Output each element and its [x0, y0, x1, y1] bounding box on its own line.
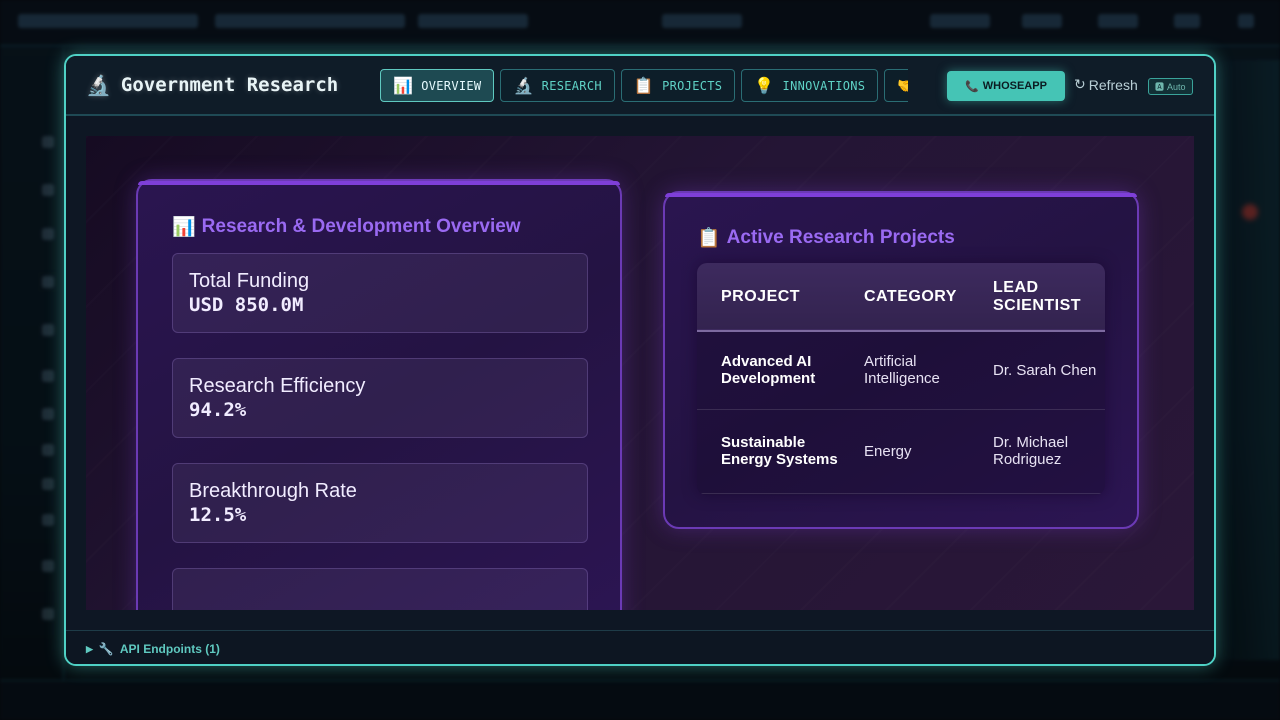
cell-lead: Dr. Sarah Chen — [993, 361, 1097, 379]
rd-overview-title-text: Research & Development Overview — [201, 216, 521, 237]
lightbulb-icon: 💡 — [754, 76, 775, 95]
refresh-label: Refresh — [1088, 76, 1138, 93]
triangle-right-icon: ▶ — [86, 643, 93, 654]
modal-header: 🔬 Government Research 📊 OVERVIEW 🔬 RESEA… — [66, 56, 1214, 116]
whoseapp-button[interactable]: 📞 WHOSEAPP — [947, 71, 1065, 101]
column-header-lead-scientist[interactable]: LEAD SCIENTIST — [981, 263, 1105, 331]
clipboard-icon: 📋 — [633, 76, 655, 95]
refresh-button[interactable]: ↻ Refresh — [1074, 76, 1138, 93]
column-header-category[interactable]: CATEGORY — [840, 263, 981, 331]
tab-partnerships[interactable]: 🤝 — [884, 69, 908, 102]
active-projects-card: 📋 Active Research Projects PROJECT CATEG… — [663, 191, 1139, 529]
cell-project: Advanced AI Development — [721, 353, 816, 388]
cell-category: Artificial Intelligence — [864, 353, 940, 388]
metric-value: 94.2% — [189, 399, 247, 421]
metric-value: 12.5% — [189, 504, 247, 526]
api-endpoints-label: API Endpoints (1) — [119, 642, 220, 656]
modal-title: 🔬 Government Research — [86, 73, 338, 97]
background-sidebar — [0, 48, 64, 680]
government-research-modal: 🔬 Government Research 📊 OVERVIEW 🔬 RESEA… — [64, 54, 1216, 666]
tab-bar: 📊 OVERVIEW 🔬 RESEARCH 📋 PROJECTS 💡 INNOV… — [380, 69, 908, 103]
table-row[interactable]: Sustainable Energy Systems Energy Dr. Mi… — [697, 409, 1105, 493]
rd-overview-card: 📊 Research & Development Overview Total … — [136, 179, 622, 610]
bar-chart-icon: 📊 — [172, 217, 196, 238]
auto-label: Auto — [1167, 81, 1186, 92]
handshake-icon: 🤝 — [897, 76, 908, 95]
column-header-project[interactable]: PROJECT — [697, 263, 840, 331]
whoseapp-label: WHOSEAPP — [982, 80, 1047, 92]
background-alert-dot — [1242, 204, 1258, 220]
rd-overview-title: 📊 Research & Development Overview — [172, 215, 521, 239]
metric-card-partial — [172, 568, 588, 610]
active-projects-title-text: Active Research Projects — [726, 227, 955, 248]
microscope-icon: 🔬 — [513, 76, 534, 95]
cell-project: Sustainable Energy Systems — [721, 434, 838, 468]
phone-icon: 📞 — [965, 80, 979, 93]
table-header-row: PROJECT CATEGORY LEAD SCIENTIST — [697, 263, 1105, 331]
cell-lead: Dr. Michael Rodriguez — [993, 434, 1069, 468]
auto-icon: 🅰 — [1155, 82, 1165, 92]
modal-footer: ▶ 🔧 API Endpoints (1) — [66, 630, 1214, 664]
bar-chart-icon: 📊 — [393, 76, 414, 95]
auto-refresh-badge[interactable]: 🅰 Auto — [1148, 78, 1193, 95]
table-row[interactable]: Advanced AI Development Artificial Intel… — [697, 331, 1105, 409]
tab-label: OVERVIEW — [421, 78, 482, 93]
refresh-icon: ↻ — [1074, 76, 1086, 92]
api-endpoints-toggle[interactable]: ▶ 🔧 API Endpoints (1) — [86, 642, 220, 656]
active-projects-title: 📋 Active Research Projects — [697, 226, 955, 250]
tab-research[interactable]: 🔬 RESEARCH — [500, 69, 615, 102]
metric-research-efficiency: Research Efficiency 94.2% — [172, 358, 588, 438]
metric-label: Total Funding — [189, 270, 310, 292]
projects-table: PROJECT CATEGORY LEAD SCIENTIST Advanced… — [697, 263, 1105, 495]
background-statusbar — [0, 680, 1280, 720]
tab-label: PROJECTS — [662, 78, 723, 93]
tab-innovations[interactable]: 💡 INNOVATIONS — [741, 69, 879, 102]
tab-overview[interactable]: 📊 OVERVIEW — [380, 69, 495, 102]
tab-label: RESEARCH — [541, 78, 602, 93]
metric-label: Breakthrough Rate — [189, 480, 357, 502]
overview-content: 📊 Research & Development Overview Total … — [86, 136, 1194, 610]
metric-value: USD 850.0M — [189, 294, 304, 316]
microscope-icon: 🔬 — [86, 73, 111, 97]
tab-projects[interactable]: 📋 PROJECTS — [620, 69, 736, 102]
cell-category: Energy — [864, 442, 912, 460]
background-topbar — [0, 0, 1280, 46]
modal-title-text: Government Research — [120, 74, 339, 96]
metric-breakthrough-rate: Breakthrough Rate 12.5% — [172, 463, 588, 543]
tab-label: INNOVATIONS — [782, 78, 866, 93]
wrench-icon: 🔧 — [98, 642, 114, 656]
metric-total-funding: Total Funding USD 850.0M — [172, 253, 588, 333]
metric-label: Research Efficiency — [189, 375, 366, 397]
clipboard-icon: 📋 — [697, 228, 721, 249]
